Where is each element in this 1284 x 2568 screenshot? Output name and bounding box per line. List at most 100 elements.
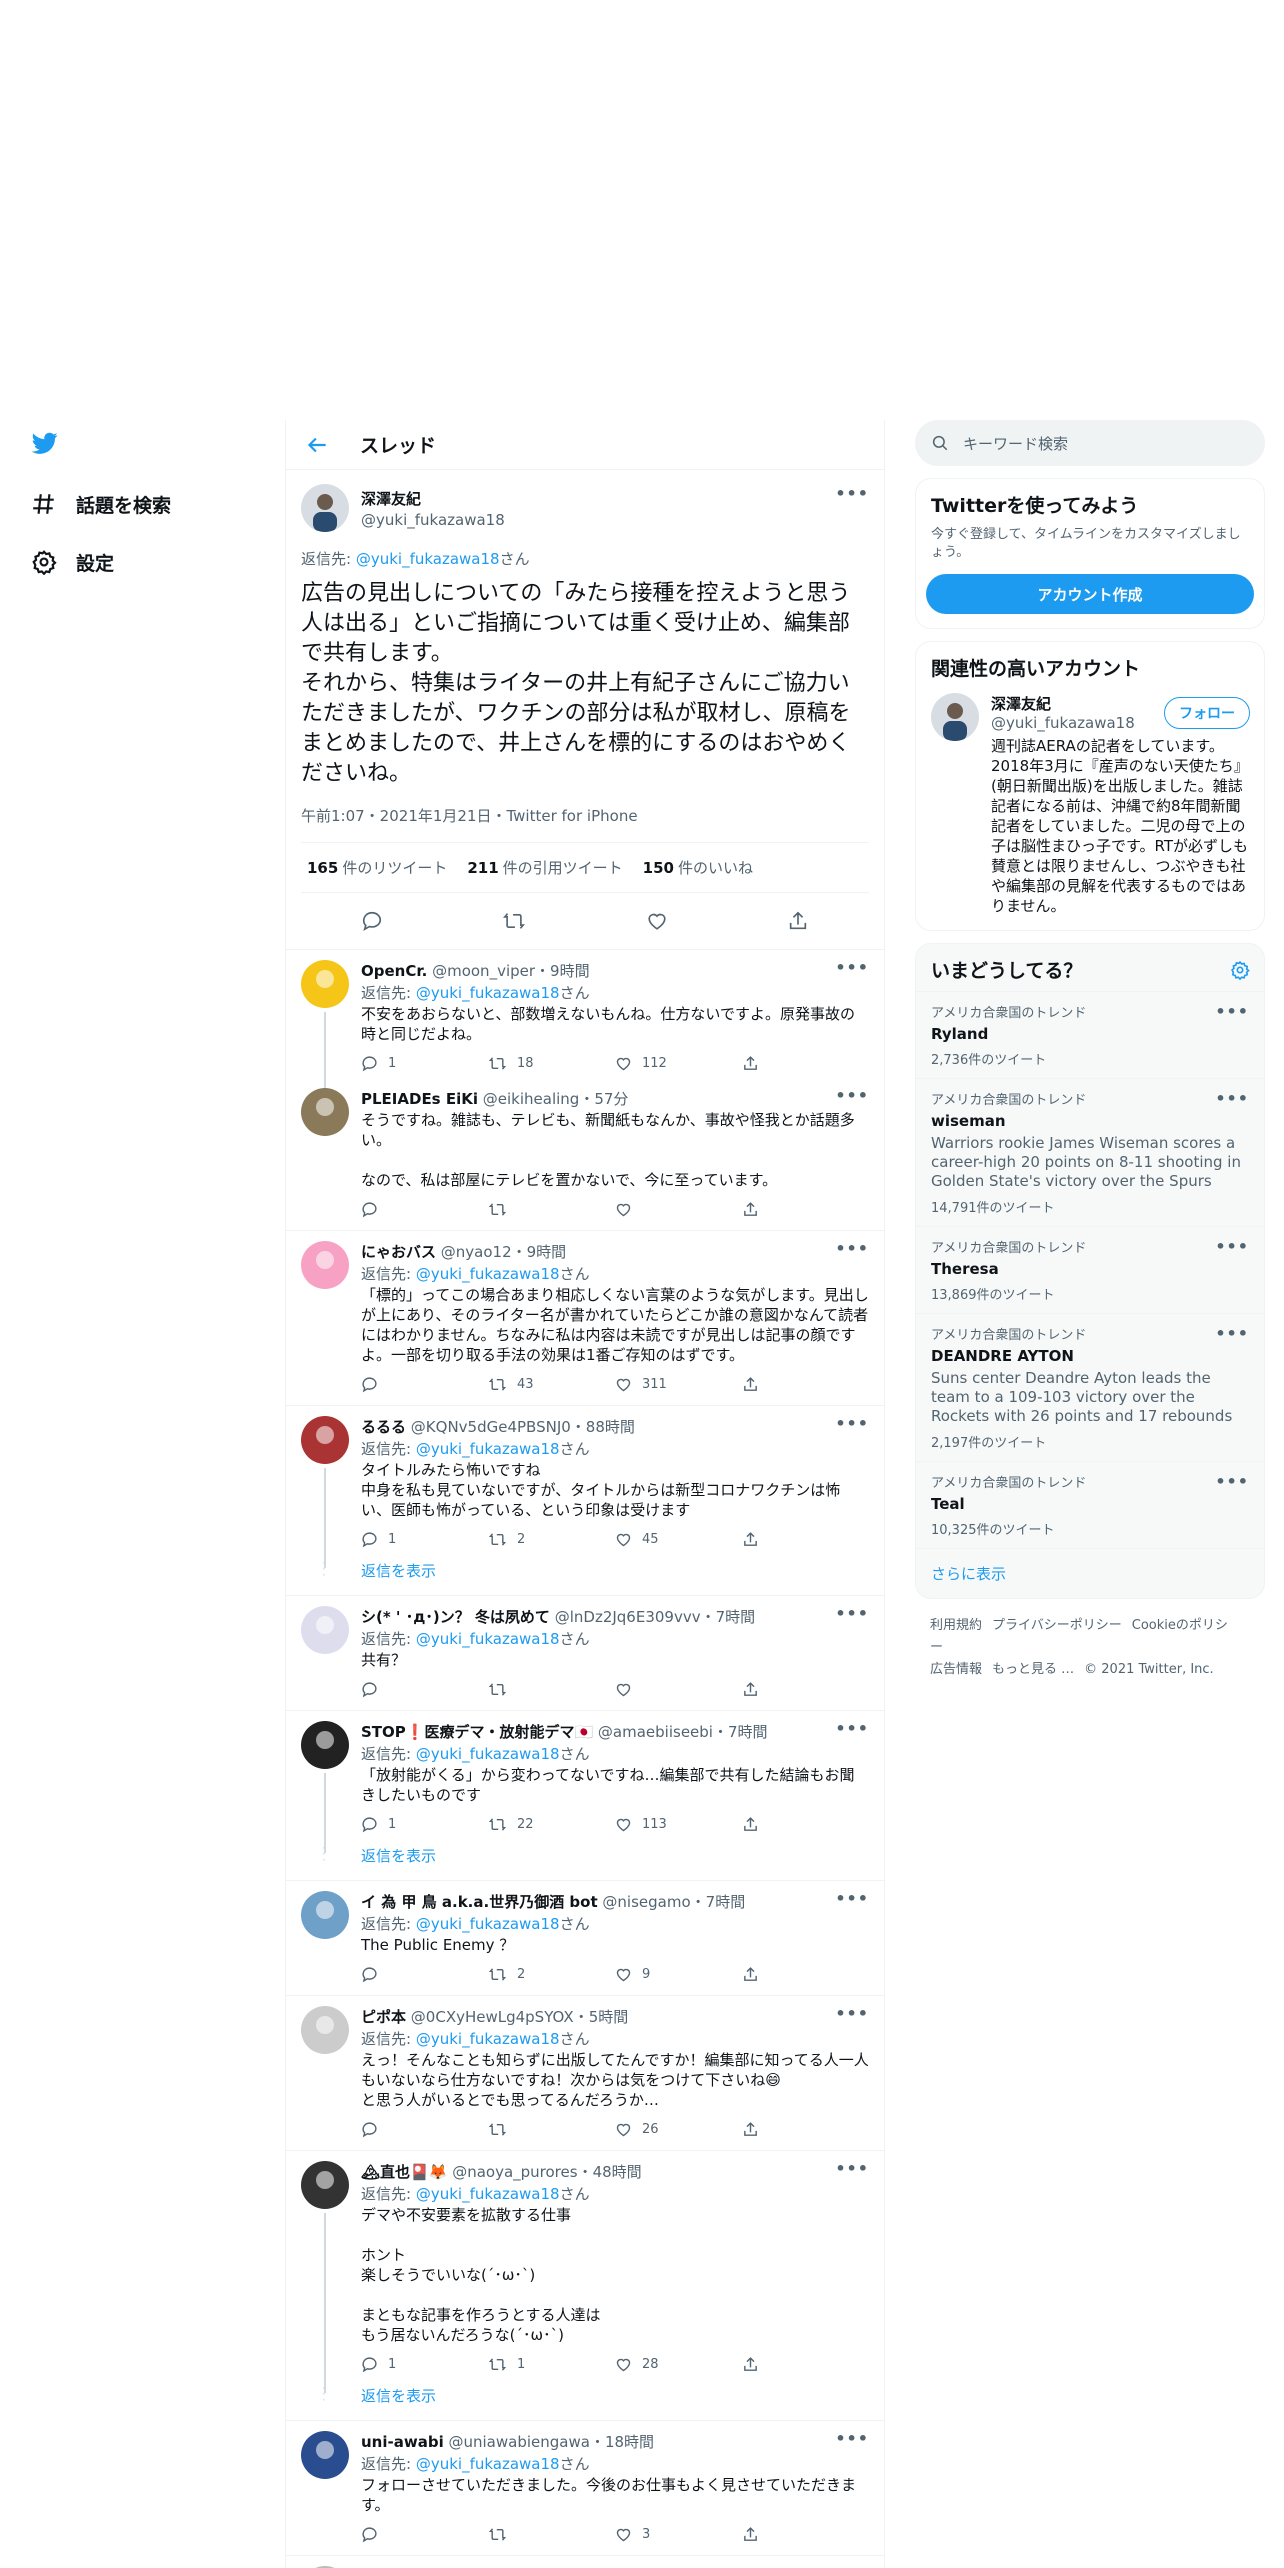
reply-author-name[interactable]: PLEIADEs EiKi (361, 1090, 478, 1108)
reply-tweet[interactable]: シ(* ' ･д･)ン？ 冬は夙めて @lnDz2Jq6E309vvv・7時間 … (286, 1596, 884, 1711)
reply-to-handle[interactable]: @yuki_fukazawa18 (416, 1440, 560, 1458)
avatar[interactable] (301, 1088, 349, 1136)
like-button[interactable]: 9 (615, 1966, 742, 1983)
reply-author-name[interactable]: uni-awabi (361, 2433, 444, 2451)
like-button[interactable]: 26 (615, 2121, 742, 2138)
reply-time[interactable]: ・88時間 (571, 1418, 635, 1436)
reply-time[interactable]: ・9時間 (535, 962, 590, 980)
footer-privacy[interactable]: プライバシーポリシー (992, 1618, 1122, 1633)
reply-to-handle[interactable]: @yuki_fukazawa18 (416, 2030, 560, 2048)
share-button[interactable] (742, 2356, 869, 2373)
reply-button[interactable] (361, 1376, 488, 1393)
show-replies-label[interactable]: 返信を表示 (361, 1847, 436, 1865)
avatar[interactable] (301, 1241, 349, 1289)
trend-item[interactable]: アメリカ合衆国のトレンド wiseman Warriors rookie Jam… (916, 1078, 1264, 1226)
reply-author-handle[interactable]: @uniawabiengawa (449, 2433, 590, 2451)
footer-more[interactable]: もっと見る … (992, 1662, 1074, 1677)
reply-time[interactable]: ・7時間 (701, 1608, 756, 1626)
like-button[interactable] (615, 1201, 742, 1218)
more-icon[interactable]: ••• (835, 484, 869, 503)
reply-author-name[interactable]: るるる (361, 1418, 406, 1436)
share-button[interactable] (742, 1055, 869, 1072)
quote-count[interactable]: 211 件の引用ツイート (467, 857, 622, 878)
like-icon[interactable] (646, 910, 668, 932)
more-icon[interactable]: ••• (1215, 1237, 1249, 1256)
share-button[interactable] (742, 1681, 869, 1698)
retweet-icon[interactable] (502, 910, 526, 932)
reply-author-handle[interactable]: @naoya_purores (452, 2163, 577, 2181)
reply-author-handle[interactable]: @eikihealing (483, 1090, 580, 1108)
more-icon[interactable]: ••• (1215, 1324, 1249, 1343)
reply-tweet[interactable]: 🏔直也🎴🦊 @naoya_purores・48時間 返信先: @yuki_fuk… (286, 2151, 884, 2393)
avatar[interactable] (301, 2161, 349, 2209)
reply-author-handle[interactable]: @nyao12 (441, 1243, 512, 1261)
reply-time[interactable]: ・57分 (579, 1090, 628, 1108)
retweet-button[interactable]: 43 (488, 1376, 615, 1393)
retweet-button[interactable]: 22 (488, 1816, 615, 1833)
like-button[interactable]: 311 (615, 1376, 742, 1393)
twitter-logo-icon[interactable] (30, 430, 60, 456)
share-button[interactable] (742, 1966, 869, 1983)
reply-to-handle[interactable]: @yuki_fukazawa18 (416, 984, 560, 1002)
more-icon[interactable]: ••• (835, 1604, 869, 1623)
avatar[interactable] (301, 2431, 349, 2479)
share-button[interactable] (742, 2526, 869, 2543)
reply-button[interactable] (361, 1966, 488, 1983)
reply-button[interactable] (361, 1201, 488, 1218)
retweet-button[interactable]: 18 (488, 1055, 615, 1072)
retweet-count[interactable]: 165 件のリツイート (307, 857, 447, 878)
share-button[interactable] (742, 1816, 869, 1833)
reply-author-name[interactable]: にゃおバス (361, 1243, 436, 1261)
more-icon[interactable]: ••• (835, 2159, 869, 2178)
avatar[interactable] (931, 693, 979, 741)
reply-button[interactable]: 1 (361, 1531, 488, 1548)
reply-to-handle[interactable]: @yuki_fukazawa18 (416, 1915, 560, 1933)
more-icon[interactable]: ••• (1215, 1472, 1249, 1491)
trend-item[interactable]: アメリカ合衆国のトレンド Teal 10,325件のツイート ••• (916, 1461, 1264, 1548)
related-account[interactable]: 深澤友紀 @yuki_fukazawa18 週刊誌AERAの記者をしています。2… (916, 689, 1264, 930)
like-button[interactable]: 112 (615, 1055, 742, 1072)
show-replies-label[interactable]: 返信を表示 (361, 2387, 436, 2405)
like-button[interactable]: 3 (615, 2526, 742, 2543)
reply-to-handle[interactable]: @yuki_fukazawa18 (416, 2185, 560, 2203)
reply-tweet[interactable]: るるる @KQNv5dGe4PBSNJ0・88時間 返信先: @yuki_fuk… (286, 1406, 884, 1568)
reply-tweet[interactable]: にゃおバス @nyao12・9時間 返信先: @yuki_fukazawa18さ… (286, 1231, 884, 1406)
reply-tweet[interactable]: イ 為 甲 鳥 a.k.a.世界乃御酒 bot @nisegamo・7時間 返信… (286, 1881, 884, 1996)
reply-author-handle[interactable]: @moon_viper (432, 962, 535, 980)
trend-item[interactable]: アメリカ合衆国のトレンド Ryland 2,736件のツイート ••• (916, 991, 1264, 1078)
reply-tweet[interactable]: OpenCr. @moon_viper・9時間 返信先: @yuki_fukaz… (286, 950, 884, 1092)
avatar[interactable] (301, 1721, 349, 1769)
reply-to-handle[interactable]: @yuki_fukazawa18 (416, 1745, 560, 1763)
reply-time[interactable]: ・18時間 (590, 2433, 654, 2451)
reply-button[interactable] (361, 2526, 488, 2543)
search-box[interactable]: キーワード検索 (915, 420, 1265, 466)
reply-time[interactable]: ・5時間 (574, 2008, 629, 2026)
reply-to-handle[interactable]: @yuki_fukazawa18 (356, 550, 500, 568)
share-button[interactable] (742, 1201, 869, 1218)
reply-tweet[interactable]: uni-awabi @uniawabiengawa・18時間 返信先: @yuk… (286, 2421, 884, 2556)
more-icon[interactable]: ••• (835, 2004, 869, 2023)
reply-tweet[interactable]: ピポ本 @0CXyHewLg4pSYOX・5時間 返信先: @yuki_fuka… (286, 1996, 884, 2151)
reply-author-handle[interactable]: @0CXyHewLg4pSYOX (411, 2008, 574, 2026)
more-icon[interactable]: ••• (835, 958, 869, 977)
more-icon[interactable]: ••• (1215, 1002, 1249, 1021)
show-replies-link[interactable]: · · · 返信を表示 (286, 1554, 884, 1596)
show-replies-link[interactable]: · · · 返信を表示 (286, 2379, 884, 2421)
reply-time[interactable]: ・9時間 (512, 1243, 567, 1261)
show-replies-label[interactable]: 返信を表示 (361, 1562, 436, 1580)
trend-item[interactable]: アメリカ合衆国のトレンド Theresa 13,869件のツイート ••• (916, 1226, 1264, 1313)
follow-button[interactable]: フォロー (1164, 697, 1250, 729)
reply-button[interactable] (361, 2121, 488, 2138)
reply-author-handle[interactable]: @lnDz2Jq6E309vvv (555, 1608, 701, 1626)
show-replies-link[interactable]: · · · 返信を表示 (286, 1839, 884, 1881)
nav-explore[interactable]: 話題を検索 (30, 490, 171, 518)
reply-author-name[interactable]: STOP❗医療デマ・放射能デマ🇯🇵 (361, 1723, 593, 1741)
reply-time[interactable]: ・7時間 (713, 1723, 768, 1741)
reply-tweet[interactable]: ここにいてもP @haikibutu0902・51分 返信先: @yuki_fu… (286, 2556, 884, 2568)
nav-settings[interactable]: 設定 (30, 548, 114, 576)
more-icon[interactable]: ••• (835, 2564, 869, 2568)
reply-icon[interactable] (361, 910, 383, 932)
tweet-meta[interactable]: 午前1:07・2021年1月21日・Twitter for iPhone (301, 805, 869, 843)
more-icon[interactable]: ••• (835, 1086, 869, 1105)
show-more-link[interactable]: さらに表示 (916, 1548, 1264, 1598)
